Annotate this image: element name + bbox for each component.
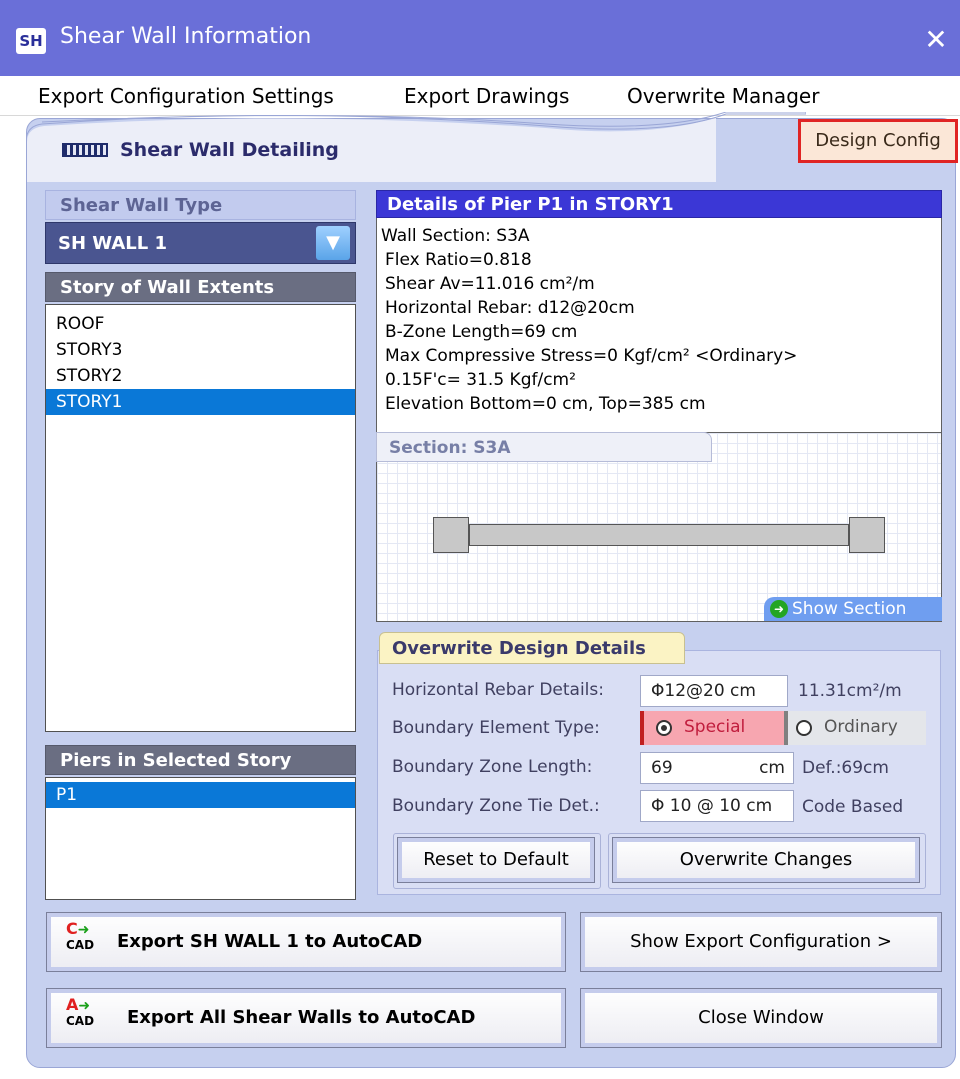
zone-length-default: Def.:69cm — [802, 758, 889, 778]
wall-web — [469, 524, 849, 546]
detail-bzone-length: B-Zone Length=69 cm — [385, 322, 578, 342]
section-tab: Section: S3A — [376, 432, 712, 462]
pier-details-text: Wall Section: S3A Flex Ratio=0.818 Shear… — [376, 218, 942, 448]
wall-boundary-left — [433, 517, 469, 553]
horizontal-rebar-field[interactable]: Φ12@20 cm — [640, 675, 788, 707]
detail-wall-section: Wall Section: S3A — [381, 226, 530, 246]
list-item-p1[interactable]: P1 — [46, 782, 355, 808]
piers-list-header: Piers in Selected Story — [45, 745, 356, 775]
zone-length-field[interactable]: 69 cm — [640, 752, 794, 784]
export-sh-wall-button[interactable]: Export SH WALL 1 to AutoCAD — [46, 912, 566, 972]
boundary-type-label: Boundary Element Type: — [392, 718, 600, 738]
detail-max-stress: Max Compressive Stress=0 Kgf/cm² <Ordina… — [385, 346, 798, 366]
icon-cad-text-2: CAD — [66, 1014, 95, 1028]
tie-detail-label: Boundary Zone Tie Det.: — [392, 796, 600, 816]
wall-detail-icon — [62, 143, 108, 157]
icon-cad-text: CAD — [66, 938, 95, 952]
app-icon: SH — [16, 28, 46, 54]
menu-export-configuration-settings[interactable]: Export Configuration Settings — [38, 76, 334, 116]
list-item-story1[interactable]: STORY1 — [46, 389, 355, 415]
arrow-right-icon: ➜ — [770, 600, 788, 618]
zone-length-value: 69 — [651, 758, 673, 778]
horizontal-rebar-label: Horizontal Rebar Details: — [392, 680, 604, 700]
menu-overwrite-manager[interactable]: Overwrite Manager — [627, 76, 819, 116]
list-item-story2[interactable]: STORY2 — [46, 363, 355, 389]
story-list[interactable]: ROOF STORY3 STORY2 STORY1 — [45, 304, 356, 732]
zone-length-label: Boundary Zone Length: — [392, 757, 593, 777]
show-section-button[interactable]: Show Section — [764, 597, 942, 621]
icon-a-letter: A — [66, 995, 79, 1014]
menu-export-drawings[interactable]: Export Drawings — [404, 76, 569, 116]
reset-to-default-button[interactable]: Reset to Default — [397, 837, 595, 883]
overwrite-changes-button[interactable]: Overwrite Changes — [612, 837, 920, 883]
list-item-roof[interactable]: ROOF — [46, 311, 355, 337]
pier-details-header: Details of Pier P1 in STORY1 — [376, 190, 942, 218]
tie-code-note: Code Based — [802, 797, 904, 817]
tie-detail-field[interactable]: Φ 10 @ 10 cm — [640, 790, 794, 822]
detail-elevation: Elevation Bottom=0 cm, Top=385 cm — [385, 394, 706, 414]
horizontal-rebar-area: 11.31cm²/m — [798, 681, 902, 701]
close-icon[interactable]: ✕ — [916, 20, 956, 60]
window-title: Shear Wall Information — [60, 24, 312, 49]
story-list-header: Story of Wall Extents — [45, 272, 356, 302]
detail-horizontal-rebar: Horizontal Rebar: d12@20cm — [385, 298, 635, 318]
detail-shear-av: Shear Av=11.016 cm²/m — [385, 274, 595, 294]
export-cad-icon: C➜ CAD — [66, 919, 95, 953]
detail-flex-ratio: Flex Ratio=0.818 — [385, 250, 532, 270]
list-item-story3[interactable]: STORY3 — [46, 337, 355, 363]
menu-bar: Export Configuration Settings Export Dra… — [0, 76, 960, 116]
chevron-down-icon[interactable]: ▼ — [316, 226, 350, 260]
show-export-configuration-button[interactable]: Show Export Configuration > — [580, 912, 942, 972]
export-all-button[interactable]: Export All Shear Walls to AutoCAD — [46, 988, 566, 1048]
shear-wall-type-select[interactable]: SH WALL 1 — [45, 222, 356, 264]
close-window-button[interactable]: Close Window — [580, 988, 942, 1048]
export-all-cad-icon: A➜ CAD — [66, 995, 95, 1029]
overwrite-header: Overwrite Design Details — [379, 632, 685, 664]
design-config-button[interactable]: Design Config — [798, 119, 958, 163]
shear-wall-type-header: Shear Wall Type — [45, 190, 356, 220]
icon-c-letter: C — [66, 919, 78, 938]
piers-list[interactable]: P1 — [45, 777, 356, 900]
wall-boundary-right — [849, 517, 885, 553]
detail-fc: 0.15F'c= 31.5 Kgf/cm² — [385, 370, 576, 390]
tab-shear-wall-detailing[interactable]: Shear Wall Detailing — [120, 139, 339, 161]
zone-length-unit: cm — [759, 758, 785, 778]
radio-checked-icon[interactable] — [656, 720, 672, 736]
radio-unchecked-icon[interactable] — [796, 720, 812, 736]
